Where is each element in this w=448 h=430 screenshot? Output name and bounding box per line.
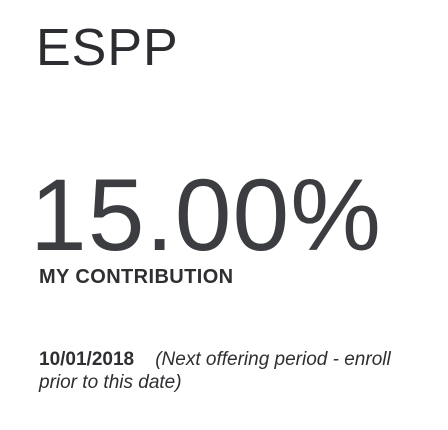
page-title: ESPP — [36, 19, 179, 77]
contribution-label: MY CONTRIBUTION — [39, 266, 234, 288]
espp-card: ESPP 15.00% MY CONTRIBUTION 10/01/2018 (… — [0, 0, 448, 430]
offering-date: 10/01/2018 — [39, 349, 135, 370]
offering-period-note: 10/01/2018 (Next offering period - enrol… — [39, 348, 431, 394]
contribution-percentage: 15.00% — [30, 158, 382, 272]
